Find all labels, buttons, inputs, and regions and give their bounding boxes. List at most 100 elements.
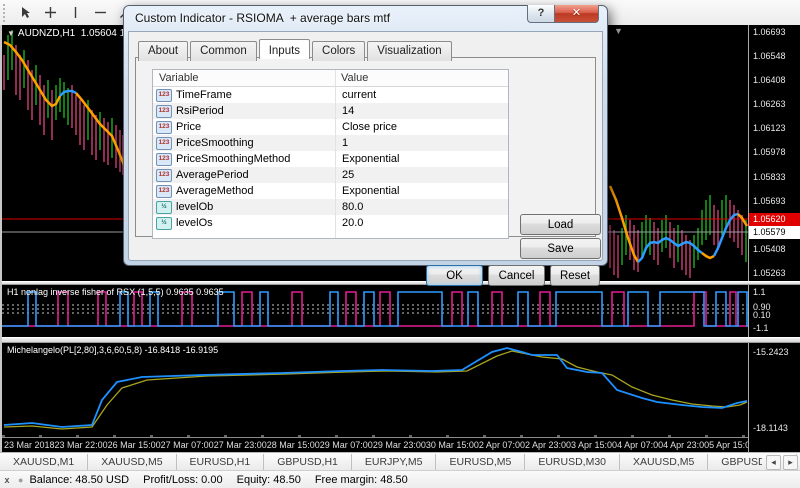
table-row[interactable]: 123 AverageMethod Exponential (153, 183, 508, 199)
param-name: PriceSmoothing (176, 137, 254, 149)
time-axis[interactable]: 23 Mar 2018 23 Mar 22:00 26 Mar 15:00 27 Ma… (2, 437, 755, 452)
ok-button[interactable]: OK (426, 265, 483, 286)
chart-tab[interactable]: EURUSD,M30 (525, 453, 621, 471)
reset-button[interactable]: Reset (550, 265, 600, 286)
param-name: AverageMethod (176, 185, 254, 197)
connection-status-icon: ● (18, 475, 24, 485)
dialog-tab[interactable]: Visualization (367, 41, 452, 61)
tab-scroll-controls: ◂ ▸ (762, 455, 798, 470)
indicator-dialog: Custom Indicator - RSIOMA + average bars… (123, 5, 608, 286)
chart-marker-icon: ▼ (7, 29, 15, 38)
load-button[interactable]: Load (520, 214, 601, 235)
param-value[interactable]: 20.0 (336, 217, 508, 229)
close-icon[interactable]: ✕ (554, 5, 599, 23)
table-row[interactable]: ½ levelOs 20.0 (153, 215, 508, 231)
chart-shift-marker-icon[interactable]: ▼ (614, 26, 623, 36)
table-row[interactable]: 123 PriceSmoothingMethod Exponential (153, 151, 508, 167)
account-status-item: Equity: 48.50 (236, 474, 301, 486)
param-type-icon: 123 (156, 152, 172, 166)
horizontal-line-icon[interactable] (88, 1, 113, 24)
price-axis-labels: 1.06693 1.06548 1.06408 1.06263 1.06123 1.059… (753, 25, 800, 281)
table-row[interactable]: 123 RsiPeriod 14 (153, 103, 508, 119)
dialog-tab[interactable]: Inputs (258, 39, 311, 59)
dock-close-icon[interactable]: x (0, 471, 14, 488)
param-value[interactable]: 1 (336, 137, 508, 149)
table-row[interactable]: 123 TimeFrame current (153, 87, 508, 103)
table-row[interactable]: 123 Price Close price (153, 119, 508, 135)
param-type-icon: 123 (156, 136, 172, 150)
time-axis-label: 2 Apr 23:00 (524, 440, 572, 450)
chart-tab[interactable]: XAUUSD,M1 (0, 453, 89, 471)
param-name: PriceSmoothingMethod (176, 153, 291, 165)
table-rows: 123 TimeFrame current 123 RsiPeriod 14 1… (153, 87, 508, 231)
indicator1-label: H1 nonlag inverse fisher of RSX (1,5,5) … (7, 287, 224, 297)
price-axis-label: 1.06123 (753, 123, 786, 134)
indicator2-axis-label: -18.1143 (753, 423, 788, 433)
tab-scroll-right-icon[interactable]: ▸ (783, 455, 798, 470)
price-axis-label: 1.05693 (753, 195, 786, 206)
table-column-divider (335, 70, 336, 238)
param-name: levelOs (176, 217, 213, 229)
param-type-icon: 123 (156, 120, 172, 134)
chart-tab[interactable]: EURJPY,M5 (352, 453, 437, 471)
param-type-icon: 123 (156, 88, 172, 102)
param-value[interactable]: 14 (336, 105, 508, 117)
dialog-tab[interactable]: Common (190, 41, 257, 61)
pane-splitter[interactable] (2, 281, 800, 285)
param-value[interactable]: 25 (336, 169, 508, 181)
chart-tab[interactable]: XAUUSD,M5 (620, 453, 709, 471)
account-status-item: Profit/Loss: 0.00 (143, 474, 223, 486)
price-axis-label: 1.06263 (753, 99, 786, 110)
param-value[interactable]: 80.0 (336, 201, 508, 213)
time-axis-label: 4 Apr 07:00 (617, 440, 664, 450)
param-value[interactable]: current (336, 89, 508, 101)
indicator2-pane[interactable]: Michelangelo(PL[2,80],3,6,60,5,8) -16.84… (2, 343, 748, 437)
param-type-icon: 123 (156, 104, 172, 118)
table-row[interactable]: 123 PriceSmoothing 1 (153, 135, 508, 151)
crosshair-icon[interactable] (38, 1, 63, 24)
help-button[interactable]: ? (527, 5, 554, 23)
inputs-tab-page: Variable Value 123 TimeFrame current 123… (135, 57, 601, 286)
table-header: Variable Value (153, 70, 508, 87)
chart-tab[interactable]: GBPUSD,H1 (264, 453, 352, 471)
table-row[interactable]: 123 AveragePeriod 25 (153, 167, 508, 183)
param-type-icon: ½ (156, 216, 172, 230)
pane-splitter[interactable] (2, 337, 800, 343)
price-axis-label: 1.05833 (753, 171, 786, 182)
param-value[interactable]: Exponential (336, 185, 508, 197)
cancel-button[interactable]: Cancel (488, 265, 545, 286)
param-value[interactable]: Close price (336, 121, 508, 133)
chart-tab[interactable]: EURUSD,M5 (436, 453, 526, 471)
indicator1-axis-label: -1.1 (753, 323, 769, 333)
chart-tab[interactable]: EURUSD,H1 (177, 453, 265, 471)
param-name: Price (176, 121, 202, 133)
indicator1-axis-label: 1.1 (753, 287, 766, 297)
vertical-line-icon[interactable] (63, 1, 88, 24)
price-axis[interactable]: 1.06693 1.06548 1.06408 1.06263 1.06123 1.059… (748, 25, 800, 452)
indicator2-axis-label: -15.2423 (753, 347, 789, 357)
cursor-icon[interactable] (13, 1, 38, 24)
status-bar: x ● Balance: 48.50 USD Profit/Loss: 0.00 E… (0, 470, 800, 488)
chart-tab[interactable]: XAUUSD,M5 (88, 453, 177, 471)
param-name: RsiPeriod (176, 105, 224, 117)
dialog-tabs: About Common Inputs Colors Visualization (138, 39, 454, 61)
table-row[interactable]: ½ levelOb 80.0 (153, 199, 508, 215)
dialog-title: Custom Indicator - RSIOMA + average bars… (135, 11, 391, 25)
time-axis-label: 2 Apr 07:00 (478, 440, 525, 450)
time-axis-label: 28 Mar 15:00 (266, 440, 320, 450)
dialog-tab[interactable]: About (138, 41, 189, 61)
indicator2-label: Michelangelo(PL[2,80],3,6,60,5,8) -16.84… (7, 345, 219, 355)
save-button[interactable]: Save (520, 238, 601, 259)
param-type-icon: 123 (156, 168, 172, 182)
time-axis-label: 3 Apr 15:00 (571, 440, 618, 450)
toolbar-drag-handle[interactable] (3, 3, 10, 22)
tab-scroll-left-icon[interactable]: ◂ (766, 455, 781, 470)
dialog-tab[interactable]: Colors (312, 41, 366, 61)
time-axis-label: 26 Mar 15:00 (107, 440, 161, 450)
indicator1-pane[interactable]: H1 nonlag inverse fisher of RSX (1,5,5) … (2, 285, 748, 337)
param-type-icon: ½ (156, 200, 172, 214)
time-axis-label: 23 Mar 22:00 (54, 440, 108, 450)
param-value[interactable]: Exponential (336, 153, 508, 165)
param-type-icon: 123 (156, 184, 172, 198)
time-axis-label: 30 Mar 15:00 (425, 440, 479, 450)
